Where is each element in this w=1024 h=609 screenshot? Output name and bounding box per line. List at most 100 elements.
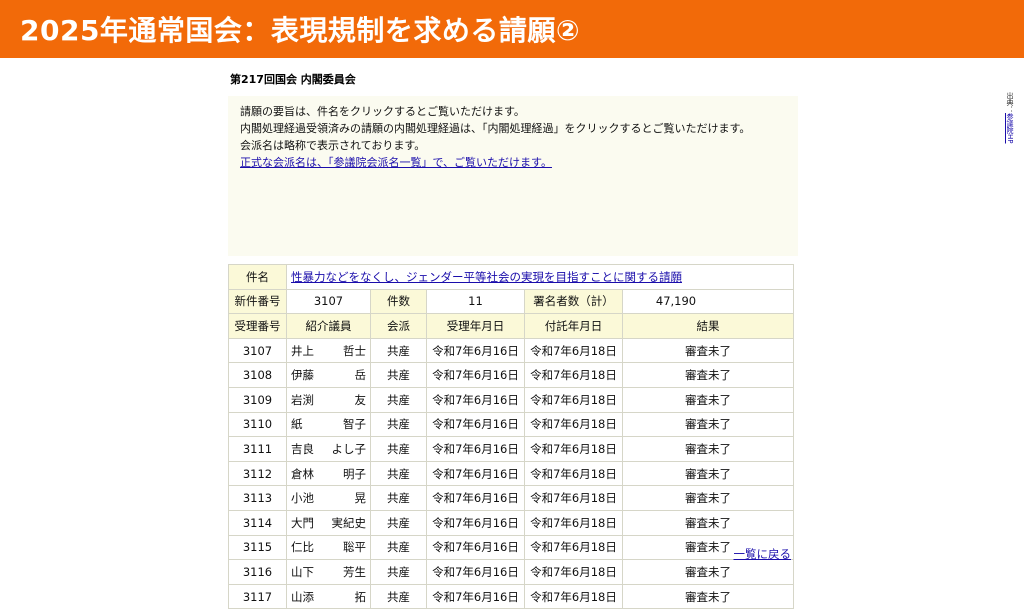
introducer-name: 山添 拓 [286, 583, 371, 609]
referred-date: 令和7年6月18日 [524, 485, 623, 511]
slide-title: 2025年通常国会：表現規制を求める請願② [20, 14, 581, 47]
petition-subject-link[interactable]: 性暴力などをなくし、ジェンダー平等社会の実現を目指すことに関する請願 [291, 270, 682, 284]
party-list-link[interactable]: 正式な会派名は、「参議院会派名一覧」で、ご覧いただけます。 [240, 156, 552, 169]
table-row: 3117 山添 拓共産 令和7年6月16日 令和7年6月18日 審査未了 [228, 583, 795, 609]
introducer-name: 紙 智子 [286, 411, 371, 438]
table-row: 3108 伊藤 岳共産 令和7年6月16日 令和7年6月18日 審査未了 [228, 362, 795, 388]
signers-value: 47,190 [621, 288, 795, 315]
result: 審査未了 [621, 583, 795, 609]
received-date: 令和7年6月16日 [426, 337, 525, 364]
receipt-number: 3108 [228, 362, 287, 388]
referred-date: 令和7年6月18日 [524, 460, 623, 487]
header-result: 結果 [621, 313, 795, 339]
referred-date: 令和7年6月18日 [524, 362, 623, 388]
intro-line-3: 会派名は略称で表示されております。 [240, 139, 426, 152]
result: 審査未了 [621, 509, 795, 536]
introducer-first-name: 友 [354, 392, 367, 407]
introducer-first-name: 岳 [354, 368, 367, 383]
result: 審査未了 [621, 485, 795, 511]
header-receipt-number: 受理番号 [228, 313, 287, 339]
party: 共産 [370, 362, 427, 388]
introducer-name: 井上 哲士 [286, 337, 371, 364]
header-party: 会派 [370, 313, 427, 339]
new-number-value: 3107 [286, 288, 371, 315]
introducer-name: 倉林 明子 [286, 460, 371, 487]
table-row: 3110 紙 智子 共産 令和7年6月16日 令和7年6月18日 審査未了 [228, 411, 795, 438]
referred-date: 令和7年6月18日 [524, 436, 623, 462]
receipt-number: 3116 [228, 559, 287, 585]
received-date: 令和7年6月16日 [426, 436, 525, 462]
received-date: 令和7年6月16日 [426, 386, 525, 413]
introducer-first-name: 拓 [354, 589, 367, 604]
received-date: 令和7年6月16日 [426, 411, 525, 438]
count-value: 11 [426, 288, 525, 315]
party: 共産 [370, 337, 427, 364]
party: 共産 [370, 534, 427, 561]
received-date: 令和7年6月16日 [426, 534, 525, 561]
receipt-number: 3114 [228, 509, 287, 536]
intro-box: 請願の要旨は、件名をクリックするとご覧いただけます。 内閣処理経過受領済みの請願… [228, 96, 798, 256]
introducer-last-name: 山添 [291, 589, 314, 604]
received-date: 令和7年6月16日 [426, 559, 525, 585]
referred-date: 令和7年6月18日 [524, 337, 623, 364]
screenshot-panel: 第217回国会 内閣委員会 請願の要旨は、件名をクリックするとご覧いただけます。… [227, 68, 798, 609]
introducer-last-name: 伊藤 [291, 368, 314, 383]
intro-line-2: 内閣処理経過受領済みの請願の内閣処理経過は、「内閣処理経過」をクリックするとご覧… [240, 122, 751, 135]
received-date: 令和7年6月16日 [426, 362, 525, 388]
referred-date: 令和7年6月18日 [524, 411, 623, 438]
referred-date: 令和7年6月18日 [524, 509, 623, 536]
table-row: 3114 大門 実紀史 共産 令和7年6月16日 令和7年6月18日 審査未了 [228, 509, 795, 536]
intro-line-1: 請願の要旨は、件名をクリックするとご覧いただけます。 [240, 105, 525, 118]
table-row: 3115 仁比 聡平 共産 令和7年6月16日 令和7年6月18日 審査未了 [228, 534, 795, 561]
introducer-name: 吉良 よし子 [286, 436, 371, 462]
introducer-name: 伊藤 岳 [286, 362, 371, 388]
referred-date: 令和7年6月18日 [524, 583, 623, 609]
header-received-date: 受理年月日 [426, 313, 525, 339]
introducer-last-name: 倉林 [291, 466, 314, 481]
back-to-list-link[interactable]: 一覧に戻る [734, 546, 792, 562]
title-banner: 2025年通常国会：表現規制を求める請願② [0, 0, 1024, 58]
petition-table: 件名 性暴力などをなくし、ジェンダー平等社会の実現を目指すことに関する請願 新件… [228, 264, 795, 609]
party: 共産 [370, 436, 427, 462]
result: 審査未了 [621, 559, 795, 585]
introducer-last-name: 山下 [291, 564, 314, 579]
introducer-first-name: 聡平 [343, 540, 366, 555]
table-row: 3112 倉林 明子 共産 令和7年6月16日 令和7年6月18日 審査未了 [228, 460, 795, 487]
header-row: 受理番号 紹介議員 会派 受理年月日 付託年月日 結果 [228, 313, 795, 339]
source-credit: 出典：参議院HP [1003, 92, 1017, 144]
receipt-number: 3109 [228, 386, 287, 413]
result: 審査未了 [621, 411, 795, 438]
result: 審査未了 [621, 460, 795, 487]
receipt-number: 3110 [228, 411, 287, 438]
party: 共産 [370, 583, 427, 609]
subject-row: 件名 性暴力などをなくし、ジェンダー平等社会の実現を目指すことに関する請願 [228, 264, 795, 290]
introducer-last-name: 仁比 [291, 540, 314, 555]
introducer-last-name: 紙 [291, 417, 303, 432]
table-row: 3109 岩渕 友共産 令和7年6月16日 令和7年6月18日 審査未了 [228, 386, 795, 413]
received-date: 令和7年6月16日 [426, 485, 525, 511]
referred-date: 令和7年6月18日 [524, 386, 623, 413]
received-date: 令和7年6月16日 [426, 460, 525, 487]
introducer-first-name: 哲士 [343, 343, 366, 358]
introducer-first-name: 晃 [354, 491, 367, 506]
source-link[interactable]: 参議院HP [1006, 113, 1014, 144]
introducer-last-name: 井上 [291, 343, 314, 358]
introducer-first-name: よし子 [331, 441, 367, 456]
new-number-label: 新件番号 [228, 288, 287, 315]
receipt-number: 3113 [228, 485, 287, 511]
introducer-last-name: 大門 [291, 515, 314, 530]
signers-label: 署名者数（計） [524, 288, 623, 315]
introducer-first-name: 智子 [343, 417, 366, 432]
count-label: 件数 [370, 288, 427, 315]
introducer-last-name: 小池 [291, 491, 314, 506]
referred-date: 令和7年6月18日 [524, 559, 623, 585]
committee-title: 第217回国会 内閣委員会 [230, 73, 356, 86]
party: 共産 [370, 509, 427, 536]
table-row: 3116 山下 芳生 共産 令和7年6月16日 令和7年6月18日 審査未了 [228, 559, 795, 585]
receipt-number: 3112 [228, 460, 287, 487]
introducer-last-name: 岩渕 [291, 392, 314, 407]
source-label: 出典： [1006, 92, 1014, 113]
party: 共産 [370, 411, 427, 438]
receipt-number: 3111 [228, 436, 287, 462]
referred-date: 令和7年6月18日 [524, 534, 623, 561]
